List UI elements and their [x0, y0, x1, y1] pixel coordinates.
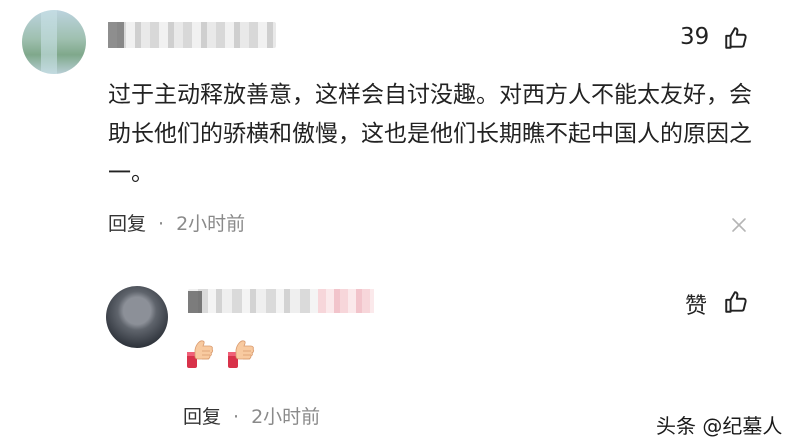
reply-meta: 回复 · 2小时前 [183, 402, 320, 429]
username-blurred[interactable] [108, 22, 276, 48]
clap-emoji-icon [228, 340, 255, 368]
clap-emoji-icon [187, 340, 214, 368]
thumbs-up-icon[interactable] [723, 289, 749, 315]
reply-button[interactable]: 回复 [108, 213, 146, 235]
avatar[interactable] [22, 10, 86, 74]
close-icon[interactable] [730, 216, 748, 234]
reply-time: 2小时前 [251, 406, 321, 428]
thumbs-up-icon[interactable] [723, 25, 749, 51]
watermark: 头条 @纪墓人 [656, 414, 783, 438]
comment-text: 过于主动释放善意，这样会自讨没趣。对西方人不能太友好，会助长他们的骄横和傲慢，这… [108, 82, 752, 186]
avatar[interactable] [106, 286, 168, 348]
meta-separator: · [233, 406, 240, 428]
like-count: 39 [680, 24, 710, 50]
comment-meta: 回复 · 2小时前 [108, 209, 245, 236]
reply-emojis [184, 336, 261, 370]
like-label[interactable]: 赞 [685, 288, 707, 320]
meta-separator: · [158, 213, 165, 235]
username-blurred[interactable] [188, 289, 374, 313]
reply-button[interactable]: 回复 [183, 406, 221, 428]
comment-time: 2小时前 [176, 213, 246, 235]
